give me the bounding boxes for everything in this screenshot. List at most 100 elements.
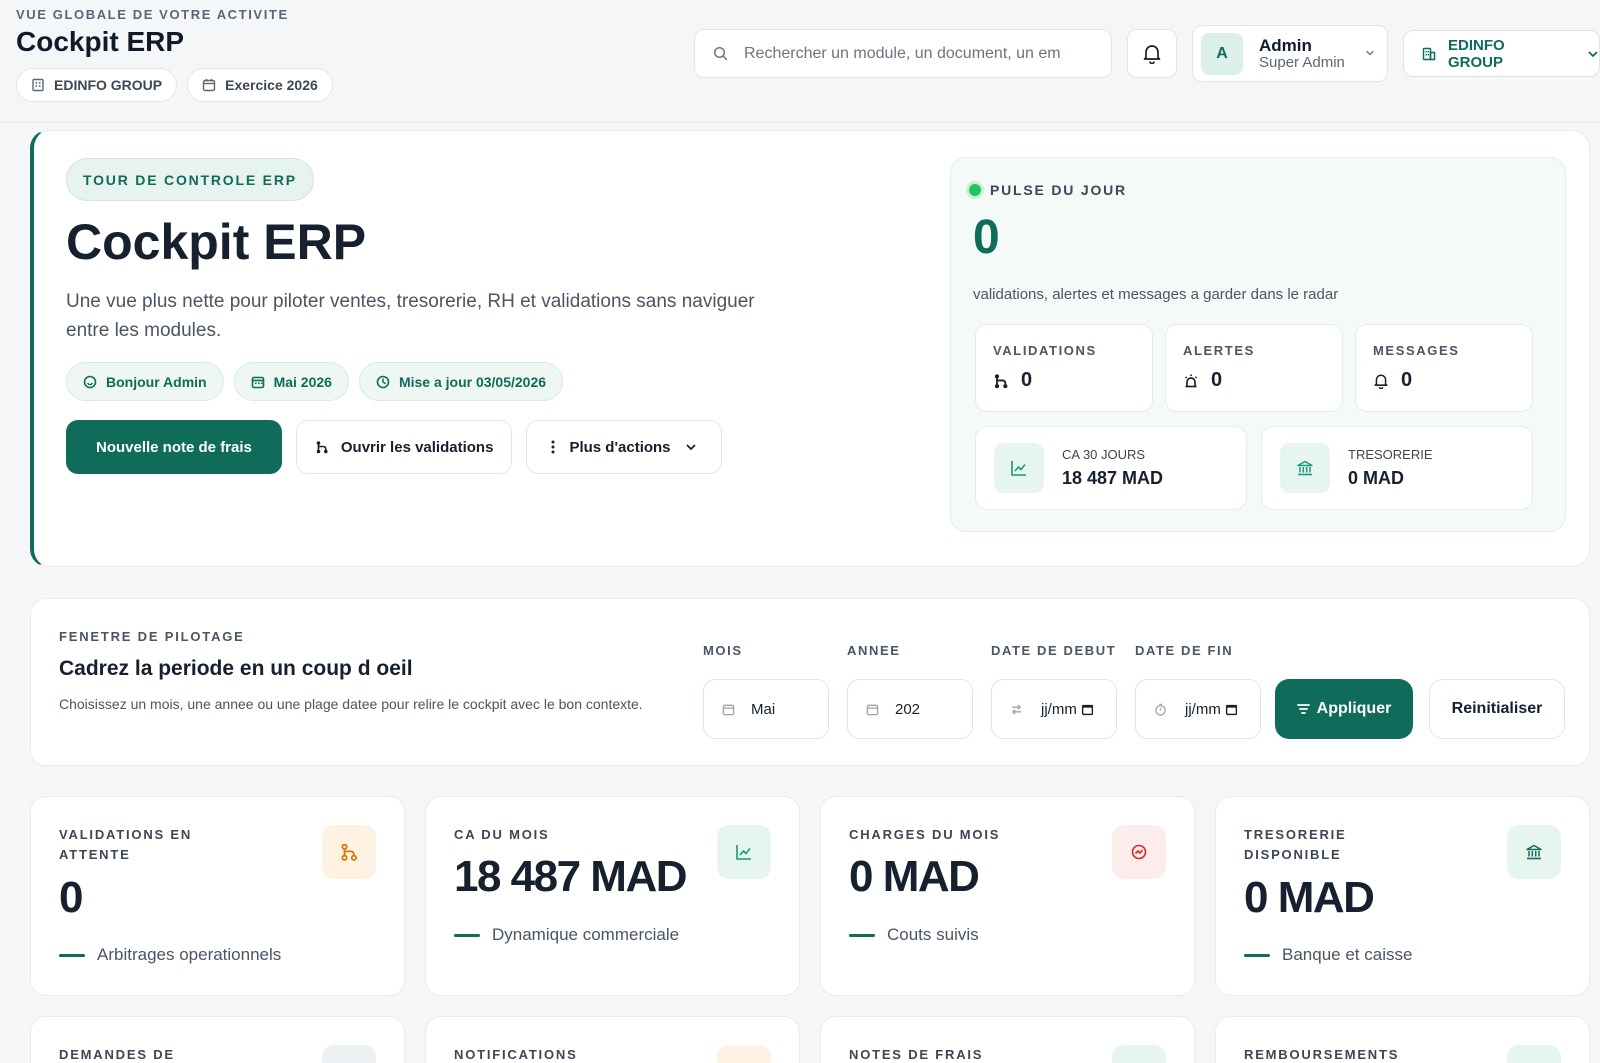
validations-tile-value: 0 [1021, 369, 1033, 391]
search-input[interactable] [744, 44, 1094, 63]
month-select[interactable]: Mai [703, 679, 829, 739]
kpi-note: Dynamique commerciale [454, 925, 679, 945]
bank-icon [1507, 825, 1561, 879]
alarm-icon [1183, 373, 1199, 389]
building-icon [31, 78, 45, 92]
kpi-card-available-treasury[interactable]: TRESORERIE DISPONIBLE 0 MAD Banque et ca… [1215, 796, 1590, 996]
dash-icon [59, 953, 85, 957]
updated-pill: Mise a jour 03/05/2026 [358, 362, 564, 401]
open-validations-label: Ouvrir les validations [340, 438, 494, 456]
hero-actions: Nouvelle note de frais Ouvrir les valida… [66, 420, 722, 474]
messages-tile[interactable]: MESSAGES 0 [1355, 324, 1533, 412]
apply-button[interactable]: Appliquer [1275, 679, 1413, 739]
workflow-icon [322, 825, 376, 879]
calendar-icon [866, 703, 879, 716]
revenue-30-days-tile[interactable]: CA 30 JOURS 18 487 MAD [975, 426, 1247, 510]
global-search[interactable] [694, 29, 1112, 78]
kpi-value: 0 MAD [1244, 873, 1375, 922]
calendar-picker-icon[interactable] [1225, 703, 1238, 716]
dash-icon [454, 933, 480, 937]
kpi-label: REMBOURSEMENTS [1244, 1047, 1400, 1062]
bank-icon [1280, 443, 1330, 493]
company-chip-label: EDINFO GROUP [54, 77, 163, 93]
kpi-card-notifications[interactable]: NOTIFICATIONS [425, 1016, 800, 1063]
requests-icon [322, 1045, 376, 1063]
kpi-note-text: Couts suivis [887, 925, 979, 944]
dash-icon [849, 933, 875, 937]
month-pill: Mai 2026 [233, 362, 349, 401]
alerts-tile[interactable]: ALERTES 0 [1165, 324, 1343, 412]
company-selector-label: EDINFO GROUP [1448, 36, 1505, 71]
kpi-card-requests[interactable]: DEMANDES DE [30, 1016, 405, 1063]
chevron-down-icon [1365, 48, 1375, 58]
fiscal-year-chip[interactable]: Exercice 2026 [187, 68, 333, 102]
kpi-card-expense-notes[interactable]: NOTES DE FRAIS [820, 1016, 1195, 1063]
app-title: Cockpit ERP [16, 26, 185, 57]
reset-button[interactable]: Reinitialiser [1429, 679, 1565, 739]
user-name: Admin [1259, 35, 1312, 55]
alerts-tile-value: 0 [1211, 369, 1223, 391]
workflow-icon [315, 440, 329, 454]
start-date-input[interactable]: jj/mm [991, 679, 1117, 739]
company-selector[interactable]: EDINFO GROUP [1403, 30, 1600, 77]
swap-arrows-icon [1010, 703, 1023, 716]
end-date-label: DATE DE FIN [1135, 643, 1234, 658]
end-date-input[interactable]: jj/mm [1135, 679, 1261, 739]
treasury-value: 0 MAD [1348, 468, 1405, 488]
expense-notes-icon [1112, 1045, 1166, 1063]
notifications-button[interactable] [1127, 29, 1177, 78]
kpi-label: NOTES DE FRAIS [849, 1047, 984, 1062]
hero-title: Cockpit ERP [66, 214, 367, 270]
treasury-label: TRESORERIE [1348, 447, 1433, 462]
kpi-card-monthly-charges[interactable]: CHARGES DU MOIS 0 MAD Couts suivis [820, 796, 1195, 996]
reimbursements-icon [1507, 1045, 1561, 1063]
kpi-label: CA DU MOIS [454, 827, 550, 842]
greeting-label: Bonjour Admin [106, 373, 207, 390]
kpi-note-text: Arbitrages operationnels [97, 945, 282, 964]
kpi-card-pending-validations[interactable]: VALIDATIONS EN ATTENTE 0 Arbitrages oper… [30, 796, 405, 996]
greeting-pill: Bonjour Admin [66, 362, 224, 401]
filter-eyebrow: FENETRE DE PILOTAGE [59, 629, 245, 644]
kpi-label: VALIDATIONS EN ATTENTE [59, 827, 193, 862]
messages-tile-label: MESSAGES [1373, 343, 1460, 358]
month-label: Mai 2026 [273, 373, 332, 390]
building-icon [1422, 47, 1436, 61]
kpi-note: Banque et caisse [1244, 945, 1412, 965]
chart-line-icon [994, 443, 1044, 493]
period-filter-card: FENETRE DE PILOTAGE Cadrez la periode en… [30, 598, 1590, 766]
chevron-down-icon [1587, 48, 1599, 60]
user-menu[interactable]: A Admin Super Admin [1192, 25, 1388, 82]
new-expense-button[interactable]: Nouvelle note de frais [66, 420, 282, 474]
kpi-label: DEMANDES DE [59, 1047, 175, 1062]
year-field-label: ANNEE [847, 643, 901, 658]
messages-tile-value-row: 0 [1373, 369, 1412, 392]
bell-icon [1142, 43, 1162, 64]
more-actions-button[interactable]: Plus d'actions [526, 420, 722, 474]
user-info: Admin Super Admin [1259, 37, 1345, 71]
validations-tile[interactable]: VALIDATIONS 0 [975, 324, 1153, 412]
alerts-tile-label: ALERTES [1183, 343, 1255, 358]
kpi-card-reimbursements[interactable]: REMBOURSEMENTS [1215, 1016, 1590, 1063]
open-validations-button[interactable]: Ouvrir les validations [295, 420, 513, 474]
pulse-title: PULSE DU JOUR [990, 182, 1127, 198]
kpi-card-monthly-revenue[interactable]: CA DU MOIS 18 487 MAD Dynamique commerci… [425, 796, 800, 996]
year-input[interactable]: 202 [847, 679, 973, 739]
chevron-down-icon [685, 441, 697, 453]
hero-description: Une vue plus nette pour piloter ventes, … [66, 291, 755, 341]
end-date-value: jj/mm [1185, 700, 1221, 718]
month-field-label: MOIS [703, 643, 743, 658]
start-date-label: DATE DE DEBUT [991, 643, 1117, 658]
pulse-caption: validations, alertes et messages a garde… [973, 286, 1339, 303]
kpi-label: NOTIFICATIONS [454, 1047, 578, 1062]
filter-description: Choisissez un mois, une annee ou une pla… [59, 696, 643, 712]
header-eyebrow: VUE GLOBALE DE VOTRE ACTIVITE [16, 7, 289, 22]
start-date-value-row: jj/mm [1041, 701, 1094, 718]
treasury-tile[interactable]: TRESORERIE 0 MAD [1261, 426, 1533, 510]
calendar-picker-icon[interactable] [1081, 703, 1094, 716]
end-date-value-row: jj/mm [1185, 701, 1238, 718]
stopwatch-icon [1154, 703, 1167, 716]
company-chip[interactable]: EDINFO GROUP [16, 68, 178, 102]
avatar: A [1201, 32, 1243, 75]
clock-icon [376, 375, 390, 389]
calendar-icon [722, 703, 735, 716]
